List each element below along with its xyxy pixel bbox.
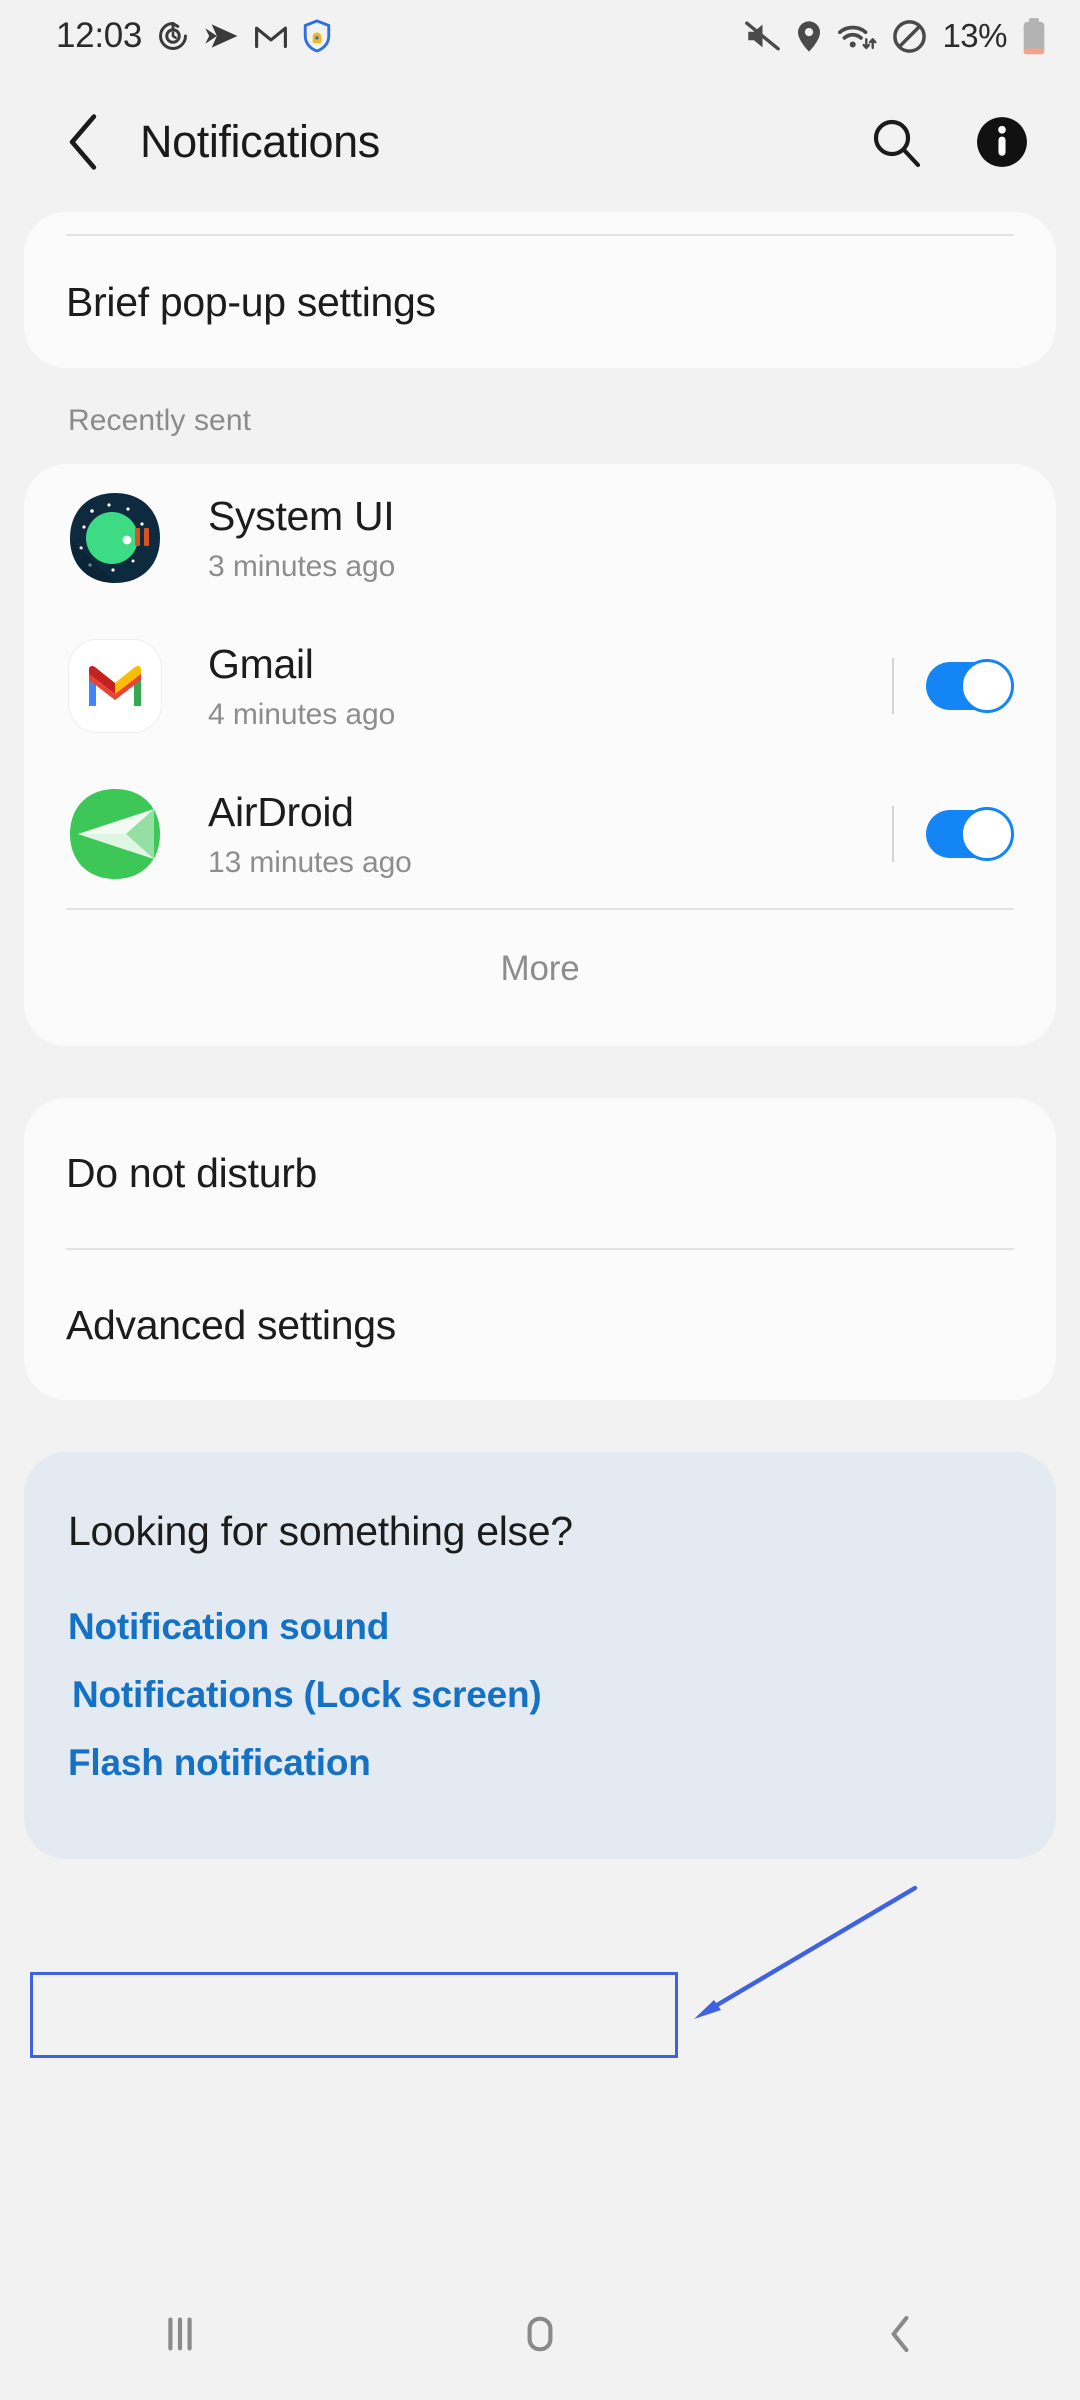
- advanced-settings-item[interactable]: Advanced settings: [24, 1250, 1056, 1400]
- toggle-separator: [892, 658, 894, 714]
- wifi-icon: [837, 20, 877, 53]
- app-time: 4 minutes ago: [208, 698, 396, 732]
- page-title: Notifications: [140, 116, 380, 167]
- app-row-airdroid[interactable]: AirDroid 13 minutes ago: [24, 760, 1056, 908]
- info-button[interactable]: [970, 110, 1034, 174]
- settings-scroll-area: Brief pop-up settings Recently sent Syst…: [0, 212, 1080, 1859]
- home-button[interactable]: [465, 2279, 615, 2389]
- toggle-thumb: [960, 807, 1014, 861]
- suggestions-title: Looking for something else?: [68, 1508, 573, 1554]
- header-actions: [864, 110, 1034, 174]
- app-row-system-ui[interactable]: System UI 3 minutes ago: [24, 464, 1056, 612]
- recents-icon: [168, 2317, 192, 2351]
- recently-sent-label: Recently sent: [68, 404, 252, 437]
- status-bar: 12:03 13%: [0, 0, 1080, 72]
- suggestion-link-notifications-lock-screen[interactable]: Notifications (Lock screen): [68, 1661, 1012, 1729]
- back-button[interactable]: [825, 2279, 975, 2389]
- app-header: Notifications: [0, 72, 1080, 212]
- suggestion-link-notification-sound[interactable]: Notification sound: [68, 1593, 1012, 1661]
- brief-popup-settings-item[interactable]: Brief pop-up settings: [24, 236, 1056, 368]
- app-time: 3 minutes ago: [208, 550, 396, 584]
- shield-lock-icon: [302, 19, 332, 53]
- do-not-disturb-icon: [892, 19, 927, 54]
- airdroid-icon: [68, 787, 162, 881]
- toggle-wrap-gmail: [892, 658, 1014, 714]
- suggestions-card: Looking for something else? Notification…: [24, 1452, 1056, 1859]
- battery-icon: [1022, 17, 1046, 55]
- app-info-gmail: Gmail 4 minutes ago: [208, 640, 892, 732]
- status-bar-right: 13%: [744, 17, 1046, 55]
- app-time: 13 minutes ago: [208, 846, 412, 880]
- notification-settings-card: Do not disturb Advanced settings: [24, 1098, 1056, 1400]
- app-info-system-ui: System UI 3 minutes ago: [208, 492, 1014, 584]
- do-not-disturb-label: Do not disturb: [66, 1149, 318, 1196]
- chevron-left-icon: [69, 114, 97, 170]
- mute-icon: [744, 20, 781, 52]
- app-name: System UI: [208, 492, 395, 539]
- system-navigation-bar: [0, 2268, 1080, 2400]
- toggle-thumb: [960, 659, 1014, 713]
- suggestion-link-flash-notification[interactable]: Flash notification: [68, 1729, 1012, 1797]
- brief-popup-card: Brief pop-up settings: [24, 212, 1056, 368]
- home-icon: [527, 2316, 553, 2352]
- app-info-airdroid: AirDroid 13 minutes ago: [208, 788, 892, 880]
- battery-percent-label: 13%: [942, 17, 1007, 54]
- toggle-separator: [892, 806, 894, 862]
- do-not-disturb-item[interactable]: Do not disturb: [24, 1098, 1056, 1248]
- status-bar-clock: 12:03: [56, 16, 143, 55]
- location-icon: [796, 20, 822, 53]
- status-bar-left: 12:03: [56, 16, 332, 56]
- info-icon: [977, 117, 1027, 167]
- back-icon: [891, 2315, 909, 2353]
- app-name: AirDroid: [208, 788, 354, 835]
- search-icon: [873, 119, 921, 168]
- notification-toggle-gmail[interactable]: [926, 659, 1014, 713]
- brief-popup-settings-label: Brief pop-up settings: [66, 278, 436, 325]
- gmail-m-icon: [254, 22, 288, 50]
- notification-toggle-airdroid[interactable]: [926, 807, 1014, 861]
- android-11-icon: [68, 491, 162, 585]
- clock-rotate-icon: [156, 19, 190, 53]
- recently-sent-card: System UI 3 minutes ago Gmail 4 minutes …: [24, 464, 1056, 1046]
- annotation-highlight-box: [30, 1972, 678, 2058]
- toggle-wrap-airdroid: [892, 806, 1014, 862]
- more-label: More: [500, 949, 580, 988]
- app-row-gmail[interactable]: Gmail 4 minutes ago: [24, 612, 1056, 760]
- gmail-icon: [68, 639, 162, 733]
- search-button[interactable]: [864, 110, 928, 174]
- more-button[interactable]: More: [24, 910, 1056, 1028]
- header-back-button[interactable]: [52, 111, 114, 173]
- advanced-settings-label: Advanced settings: [66, 1301, 396, 1348]
- recents-button[interactable]: [105, 2279, 255, 2389]
- send-arrow-icon: [204, 21, 240, 51]
- app-name: Gmail: [208, 640, 314, 687]
